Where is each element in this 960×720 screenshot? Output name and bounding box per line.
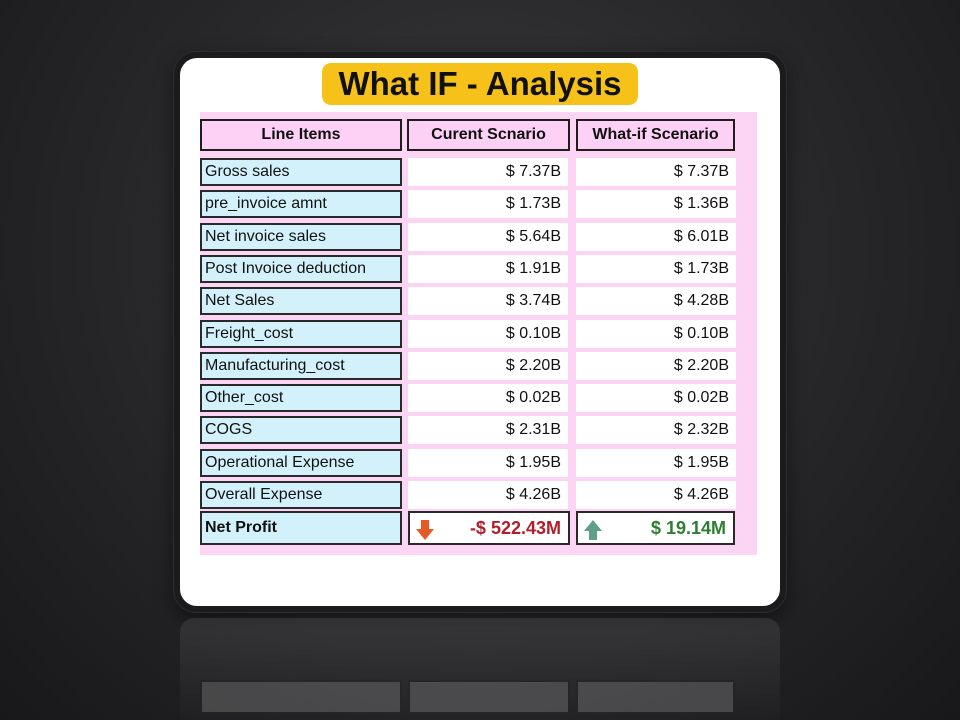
row-current-value: $ 2.31B [408,416,568,444]
row-whatif-value: $ 0.10B [576,320,736,348]
row-label: Freight_cost [200,320,402,348]
row-current-value: $ 1.91B [408,255,568,283]
row-whatif-value: $ 4.28B [576,287,736,315]
row-label: Net invoice sales [200,223,402,251]
arrow-down-icon [415,519,435,543]
page-title: What IF - Analysis [322,63,638,105]
row-current-value: $ 7.37B [408,158,568,186]
net-profit-current: -$ 522.43M [408,511,570,545]
card-reflection [180,618,780,720]
row-label: Overall Expense [200,481,402,509]
row-label: COGS [200,416,402,444]
row-whatif-value: $ 6.01B [576,223,736,251]
row-whatif-value: $ 2.20B [576,352,736,380]
header-whatif-scenario: What-if Scenario [576,119,735,151]
row-current-value: $ 5.64B [408,223,568,251]
net-profit-whatif-value: $ 19.14M [650,518,726,538]
row-current-value: $ 3.74B [408,287,568,315]
row-label: Manufacturing_cost [200,352,402,380]
row-whatif-value: $ 1.95B [576,449,736,477]
row-label: pre_invoice amnt [200,190,402,218]
row-whatif-value: $ 1.36B [576,190,736,218]
row-current-value: $ 0.10B [408,320,568,348]
row-current-value: $ 4.26B [408,481,568,509]
row-whatif-value: $ 1.73B [576,255,736,283]
net-profit-current-value: -$ 522.43M [469,518,561,538]
header-line-items: Line Items [200,119,402,151]
row-label: Other_cost [200,384,402,412]
row-label: Net Sales [200,287,402,315]
header-current-scenario: Curent Scnario [407,119,570,151]
row-whatif-value: $ 2.32B [576,416,736,444]
row-whatif-value: $ 4.26B [576,481,736,509]
row-current-value: $ 1.95B [408,449,568,477]
arrow-up-icon [583,519,603,543]
net-profit-whatif: $ 19.14M [576,511,735,545]
row-label: Operational Expense [200,449,402,477]
row-current-value: $ 1.73B [408,190,568,218]
row-current-value: $ 0.02B [408,384,568,412]
row-whatif-value: $ 0.02B [576,384,736,412]
net-profit-label: Net Profit [200,511,402,545]
row-current-value: $ 2.20B [408,352,568,380]
row-whatif-value: $ 7.37B [576,158,736,186]
row-label: Gross sales [200,158,402,186]
row-label: Post Invoice deduction [200,255,402,283]
